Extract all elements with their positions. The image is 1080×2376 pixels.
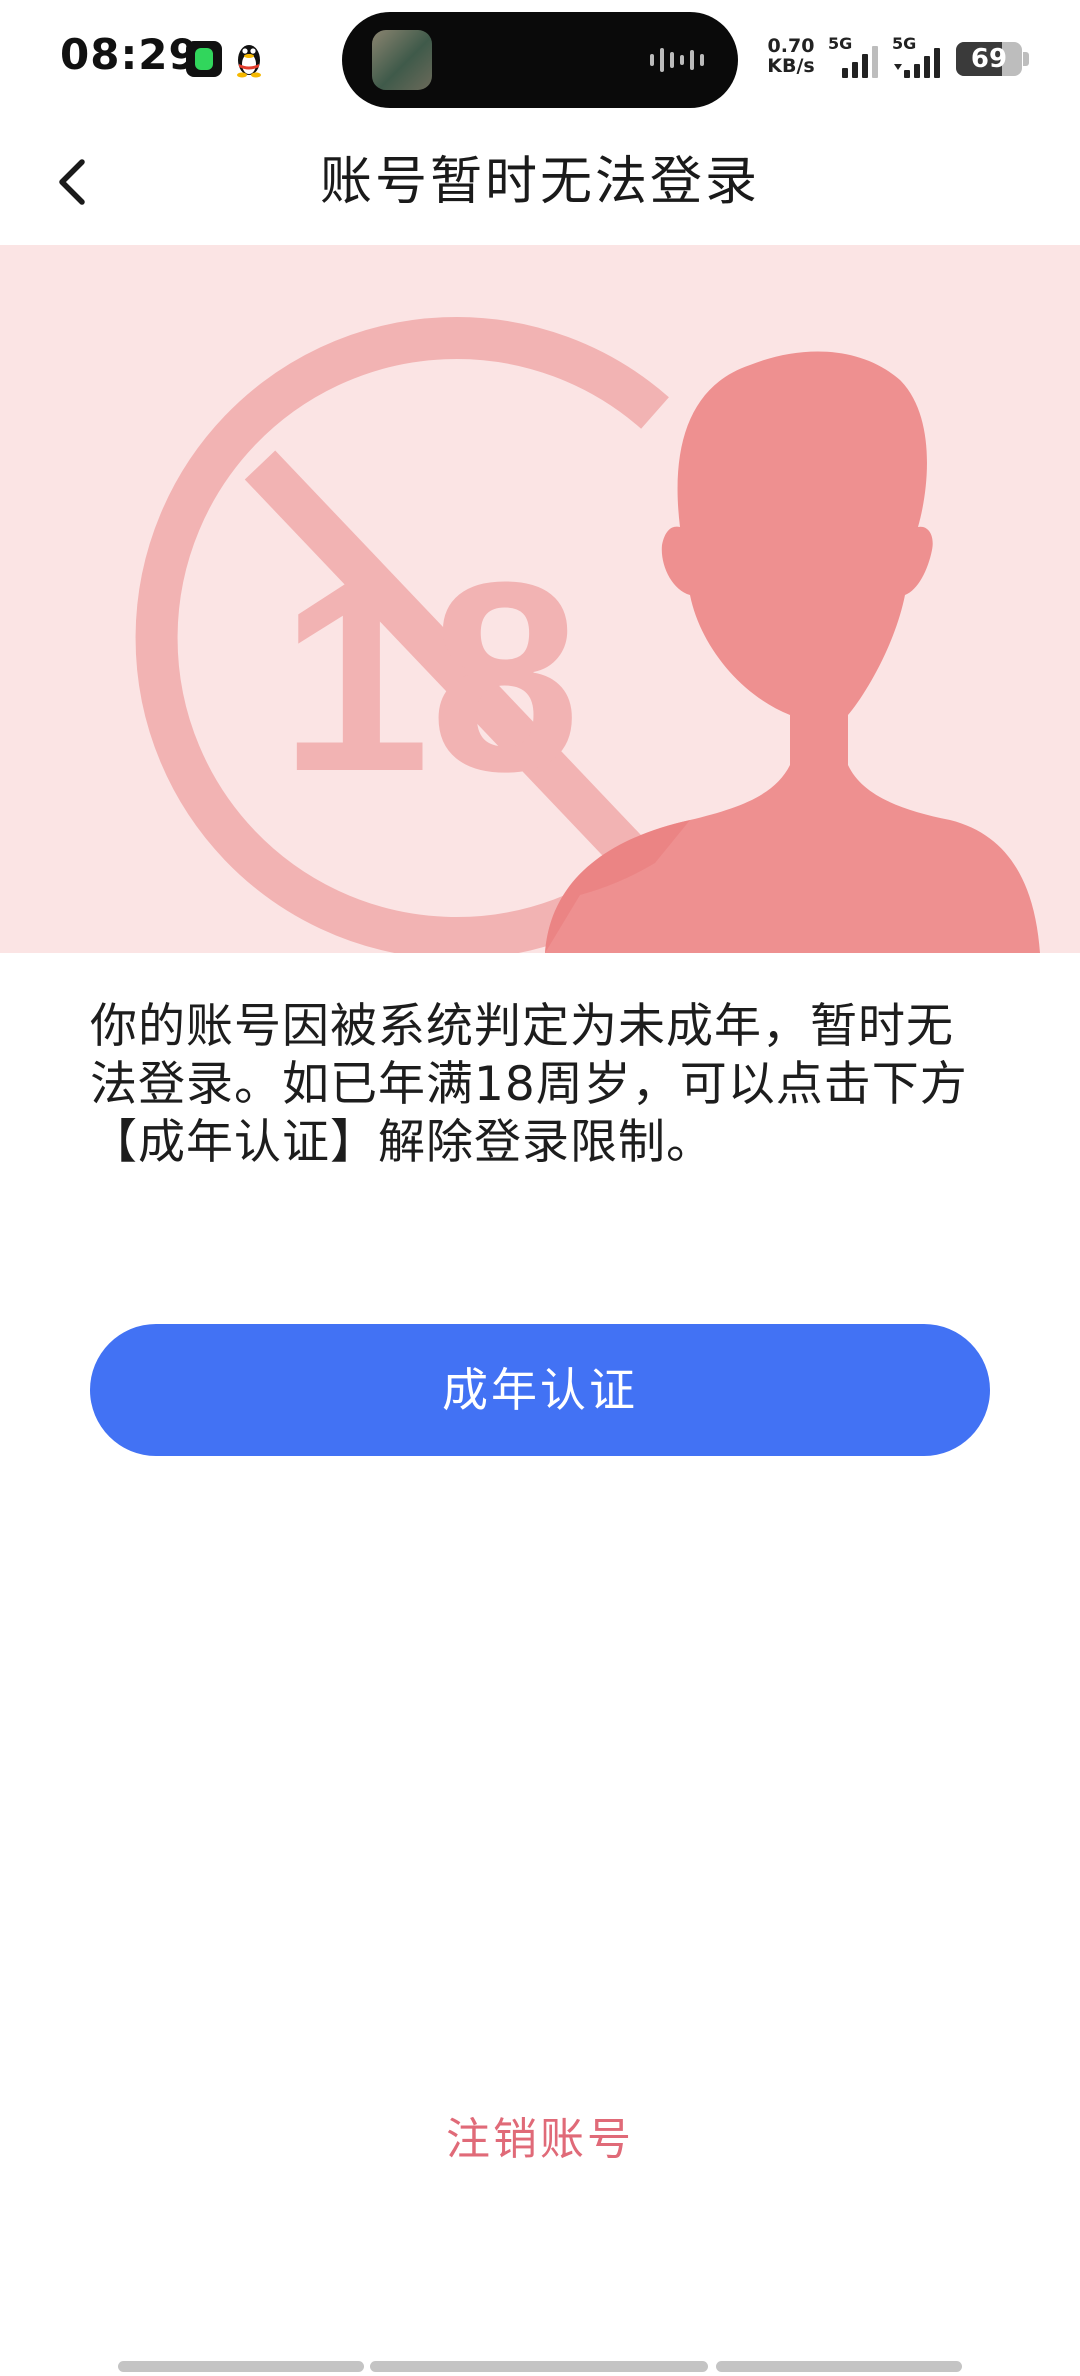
- nav-bar: 账号暂时无法登录: [0, 120, 1080, 244]
- signal-icon: [894, 48, 940, 78]
- home-indicator-segment: [370, 2361, 708, 2372]
- page-title: 账号暂时无法登录: [319, 152, 760, 212]
- banner-graphic: 18: [135, 317, 1040, 953]
- audio-wave-icon: [650, 48, 704, 72]
- signal-1: 5G: [828, 34, 884, 80]
- app-green-icon: [186, 41, 222, 77]
- network-speed-value: 0.70: [767, 35, 815, 57]
- home-indicator-segment: [716, 2361, 962, 2372]
- banner-illustration: 18: [0, 245, 1080, 953]
- signal-icon: [842, 46, 878, 78]
- signal-2: 5G: [892, 34, 948, 80]
- battery-icon: 69: [956, 42, 1022, 76]
- home-indicator-segment: [118, 2361, 364, 2372]
- battery-level: 69: [970, 44, 1008, 74]
- network-speed: 0.70 KB/s: [766, 36, 816, 76]
- adult-verification-button[interactable]: 成年认证: [90, 1324, 990, 1456]
- battery-tip: [1023, 52, 1029, 66]
- cancel-account-link[interactable]: 注销账号: [0, 2108, 1080, 2172]
- age-18-text: 18: [280, 527, 580, 828]
- qq-penguin-icon: [237, 45, 261, 78]
- island-thumbnail: [372, 30, 432, 90]
- dynamic-island[interactable]: [342, 12, 738, 108]
- status-bar: 08:29 0.70 KB/s 5G 5G 69: [0, 0, 1080, 120]
- network-speed-unit: KB/s: [767, 55, 815, 77]
- restriction-message: 你的账号因被系统判定为未成年，暂时无法登录。如已年满18周岁，可以点击下方【成年…: [90, 999, 968, 1170]
- status-time: 08:29: [60, 30, 199, 79]
